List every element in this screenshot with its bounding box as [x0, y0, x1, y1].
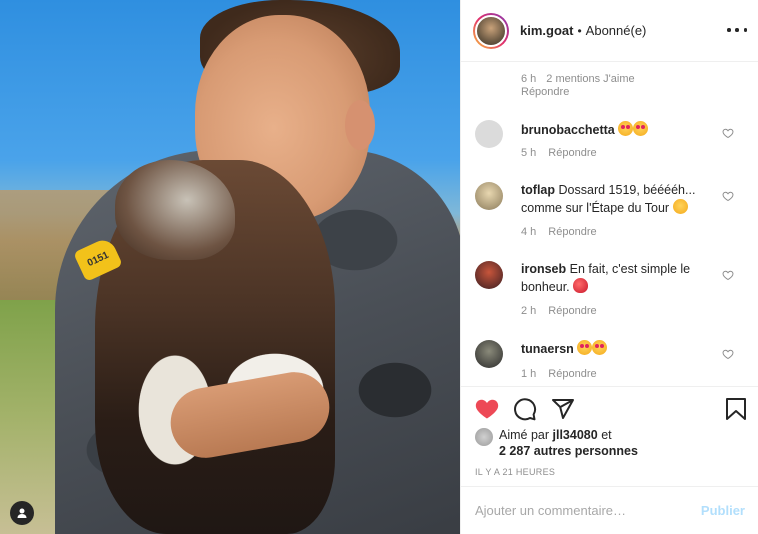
share-icon[interactable]: [551, 397, 575, 421]
reply-button[interactable]: Répondre: [548, 147, 596, 159]
comment-like-icon[interactable]: [722, 127, 734, 139]
comment-meta: 4 h Répondre: [521, 226, 597, 238]
reply-button[interactable]: Répondre: [548, 226, 596, 238]
likes-prefix: Aimé par: [499, 428, 550, 442]
heart-eyes-emoji-icon: [633, 121, 649, 136]
avatar[interactable]: [473, 12, 509, 49]
comment-icon[interactable]: [513, 397, 537, 421]
user-tag-icon[interactable]: [10, 501, 34, 525]
header-separator: •: [577, 23, 582, 38]
reply-button[interactable]: Répondre: [548, 305, 596, 317]
avatar[interactable]: [475, 340, 503, 368]
comment-like-icon[interactable]: [722, 269, 734, 281]
post-timestamp[interactable]: IL Y A 21 HEURES: [475, 467, 555, 477]
heart-eyes-emoji-icon: [618, 121, 634, 136]
comment-input[interactable]: Ajouter un commentaire…: [475, 503, 701, 518]
heart-eyes-emoji-icon: [577, 340, 593, 355]
post-photo[interactable]: 0151: [0, 0, 460, 534]
post-username[interactable]: kim.goat: [520, 23, 573, 38]
comments-list[interactable]: 6 h 2 mentions J'aime Répondre brunobacc…: [461, 62, 758, 386]
add-comment-bar: Ajouter un commentaire… Publier: [461, 486, 758, 534]
comment-username[interactable]: brunobacchetta: [521, 123, 615, 137]
comment-text: toflap Dossard 1519, bééééh... comme sur…: [521, 182, 711, 217]
comment-text: tunaersn: [521, 340, 711, 358]
comment-meta: 1 h Répondre: [521, 368, 597, 380]
avatar[interactable]: [475, 120, 503, 148]
post-header: kim.goat • Abonné(e): [461, 0, 758, 62]
avatar[interactable]: [475, 261, 503, 289]
likes-others[interactable]: 2 287 autres personnes: [499, 444, 638, 458]
comment-meta: 2 h Répondre: [521, 305, 597, 317]
likes-connector: et: [601, 428, 612, 442]
bookmark-icon[interactable]: [725, 397, 747, 421]
comment-text: brunobacchetta: [521, 121, 711, 139]
post-comment-button[interactable]: Publier: [701, 503, 745, 518]
comment-like-icon[interactable]: [722, 190, 734, 202]
comment-likes[interactable]: 2 mentions J'aime: [546, 73, 634, 86]
reply-button[interactable]: Répondre: [548, 368, 596, 380]
comment-username[interactable]: ironseb: [521, 262, 566, 276]
comment-meta: 5 h Répondre: [521, 147, 597, 159]
post-actions: Aimé par jll34080 et 2 287 autres person…: [461, 386, 758, 486]
comment-time: 5 h: [521, 147, 537, 159]
balloon-emoji-icon: [573, 278, 589, 293]
more-icon[interactable]: [727, 22, 747, 38]
comment-time: 1 h: [521, 368, 537, 380]
comment-time: 2 h: [521, 305, 537, 317]
comment-username[interactable]: toflap: [521, 183, 555, 197]
likes-summary: Aimé par jll34080 et 2 287 autres person…: [475, 427, 638, 459]
liked-by-user[interactable]: jll34080: [553, 428, 598, 442]
comment-username[interactable]: tunaersn: [521, 342, 574, 356]
previous-comment-meta: 6 h 2 mentions J'aime Répondre: [521, 73, 635, 99]
avatar[interactable]: [475, 428, 493, 446]
reply-button[interactable]: Répondre: [521, 86, 635, 99]
photo-ear: [345, 100, 375, 150]
heart-filled-icon[interactable]: [475, 397, 499, 421]
comment-text: ironseb En fait, c'est simple le bonheur…: [521, 261, 711, 296]
post-sidebar: kim.goat • Abonné(e) 6 h 2 mentions J'ai…: [460, 0, 758, 534]
heart-eyes-emoji-icon: [592, 340, 608, 355]
comment-like-icon[interactable]: [722, 348, 734, 360]
follow-status[interactable]: Abonné(e): [586, 23, 647, 38]
avatar[interactable]: [475, 182, 503, 210]
comment-time: 6 h: [521, 73, 537, 85]
smile-emoji-icon: [672, 199, 688, 214]
comment-time: 4 h: [521, 226, 537, 238]
